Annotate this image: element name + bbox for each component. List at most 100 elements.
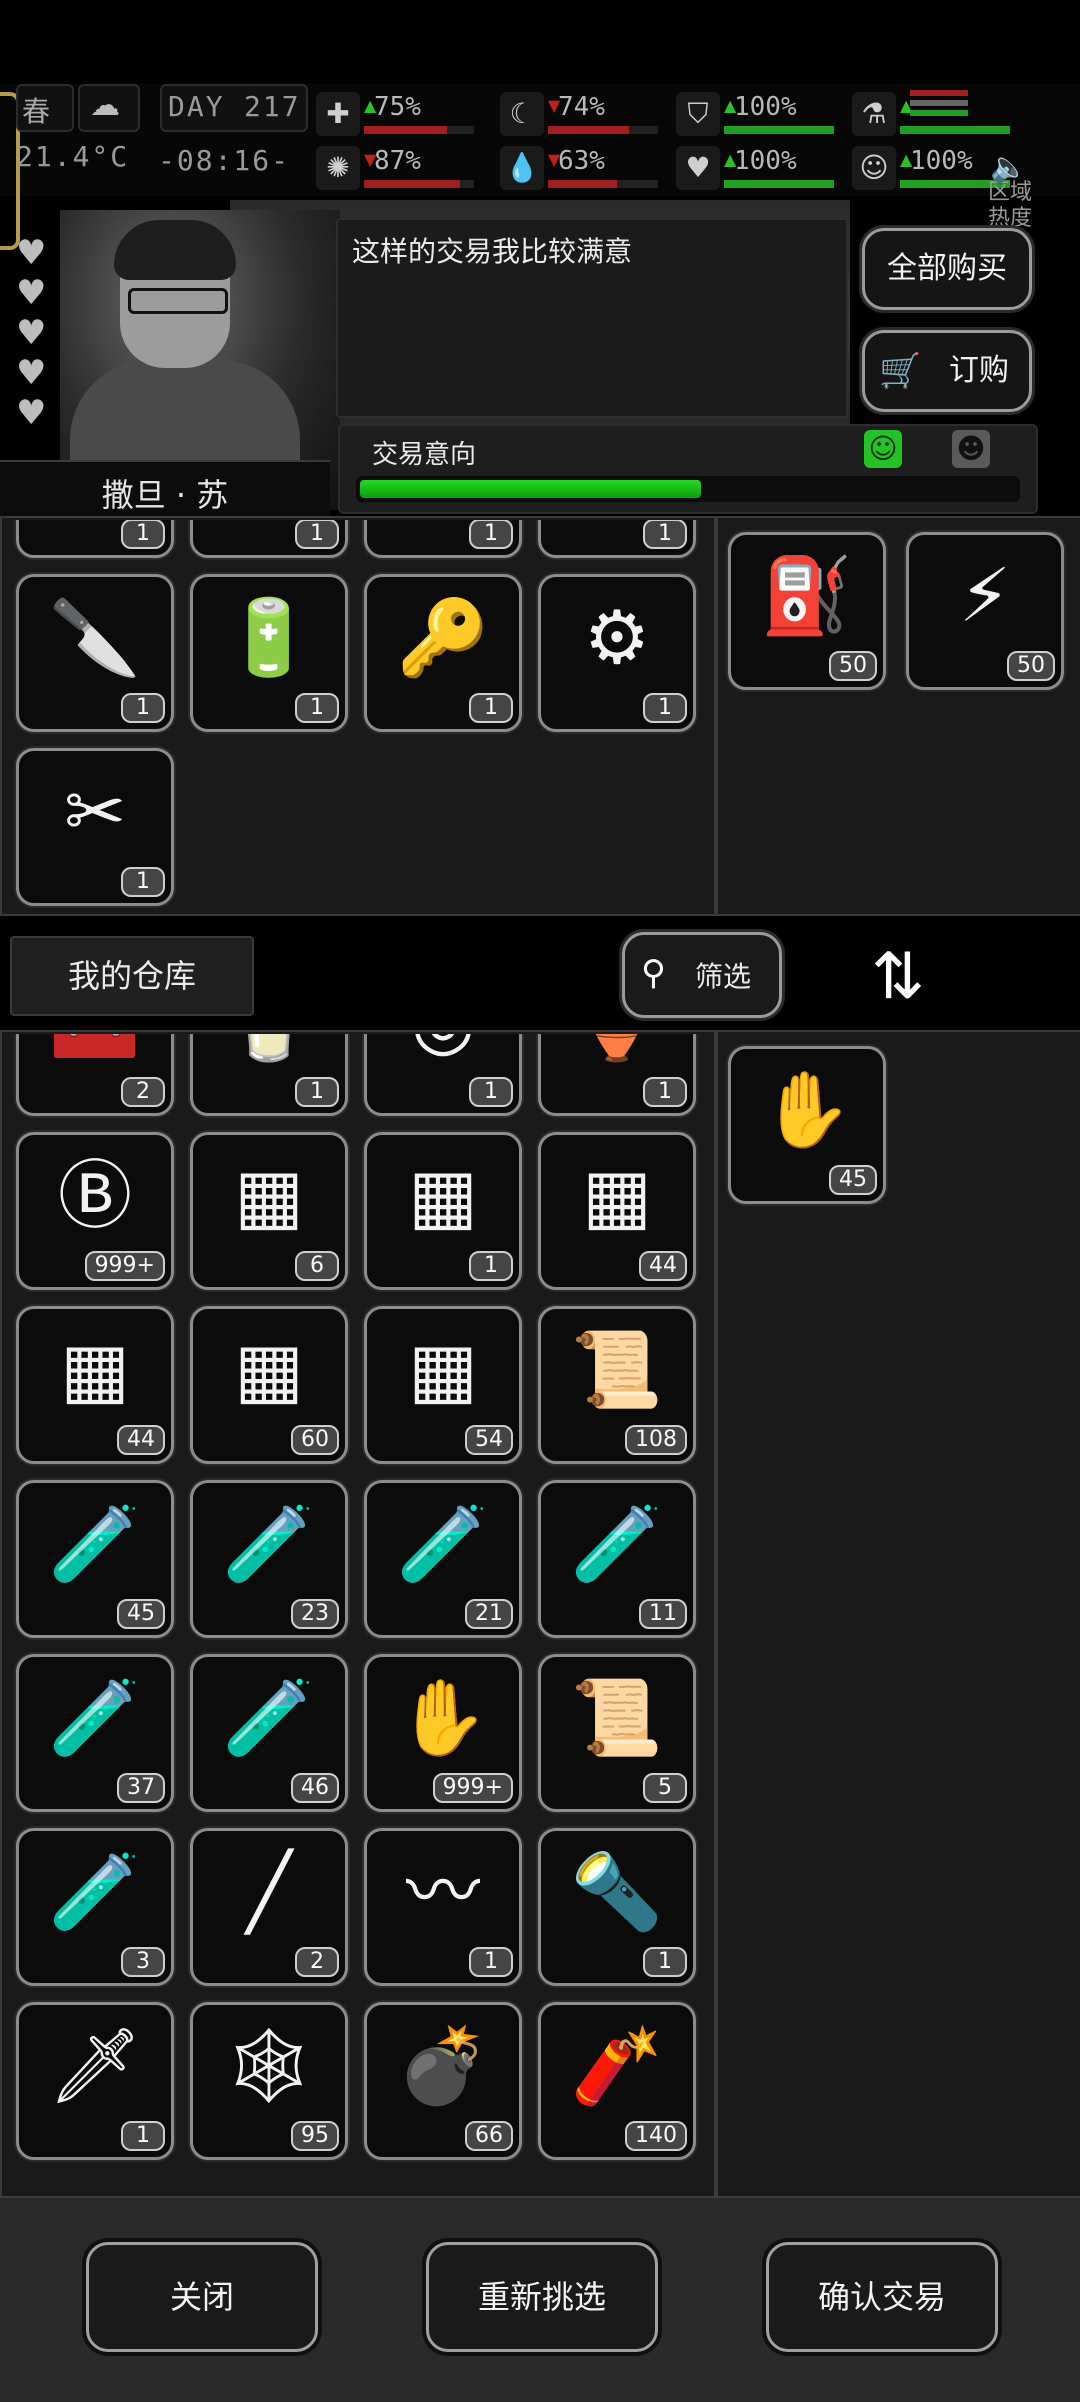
stat-bar — [724, 126, 834, 134]
day-label: DAY — [168, 90, 225, 123]
item-slot[interactable]: 🏺1 — [538, 1034, 696, 1116]
item-slot[interactable]: 🔦 1 — [538, 1828, 696, 1986]
heart-icon: ♥ — [16, 233, 47, 273]
trader-inventory-grid[interactable]: ▭1▤1▤1▤1🔪1🔋1🔑1⚙1✂1 — [4, 520, 710, 910]
supply-crate-iii-icon: ▦ — [60, 1327, 130, 1413]
cloth-roll-icon: 📜 — [570, 1327, 664, 1413]
item-slot[interactable]: Ⓑ 999+ — [16, 1132, 174, 1290]
swap-arrows-icon[interactable]: ⇅ — [858, 932, 938, 1022]
item-slot[interactable]: ▦ 44 — [538, 1132, 696, 1290]
stat-brain: ✺ ▼ 87% — [316, 146, 476, 190]
item-slot[interactable]: 🧪 45 — [16, 1480, 174, 1638]
trader-name: 撒旦 · 苏 — [101, 476, 229, 514]
item-slot[interactable]: 📜 108 — [538, 1306, 696, 1464]
item-slot[interactable]: ▦ 44 — [16, 1306, 174, 1464]
item-slot[interactable]: ▤1 — [190, 520, 348, 558]
temperature: 21.4°C — [16, 140, 130, 173]
order-button[interactable]: 🛒 订购 — [862, 330, 1032, 412]
item-slot[interactable]: ⛽ 50 — [728, 532, 886, 690]
herbal-jug-icon: 🏺 — [541, 1034, 693, 1077]
item-count: 108 — [625, 1425, 687, 1455]
confirm-trade-button[interactable]: 确认交易 — [766, 2242, 998, 2352]
stat-medkit: ✚ ▲ 75% — [316, 92, 476, 136]
item-count: 11 — [639, 1599, 687, 1629]
item-count: 46 — [291, 1773, 339, 1803]
item-slot[interactable]: ▤1 — [538, 520, 696, 558]
test-tube-ii-icon: 🧪 — [222, 1675, 316, 1761]
item-slot[interactable]: 🧪 23 — [190, 1480, 348, 1638]
fuel-can-icon: ⛽ — [760, 553, 854, 639]
item-slot[interactable]: ▦ 54 — [364, 1306, 522, 1464]
trader-affinity-hearts: ♥ ♥ ♥ ♥ ♥ — [16, 236, 60, 436]
pipe-icon: ╱ — [246, 1849, 292, 1935]
item-slot[interactable]: 🔑 1 — [364, 574, 522, 732]
item-slot[interactable]: 🧪 3 — [16, 1828, 174, 1986]
item-slot[interactable]: 🧪 37 — [16, 1654, 174, 1812]
heart-icon: ♥ — [16, 273, 47, 313]
battery-icon: ⚡ — [959, 553, 1011, 639]
buy-all-label: 全部购买 — [887, 251, 1007, 286]
item-slot[interactable]: ▦ 6 — [190, 1132, 348, 1290]
item-slot[interactable]: 🔪 1 — [16, 574, 174, 732]
trader-offer-grid[interactable]: ⛽ 50 ⚡ 50 — [720, 520, 1076, 910]
item-count: 1 — [121, 520, 165, 549]
supply-crate-v-icon: ▦ — [234, 1153, 304, 1239]
item-count: 1 — [643, 693, 687, 723]
tape-roll-icon: ◎ — [367, 1034, 519, 1077]
item-slot[interactable]: 🗡 1 — [16, 2002, 174, 2160]
item-slot[interactable]: 〰 1 — [364, 1828, 522, 1986]
stat-value: 100% — [734, 146, 797, 176]
order-label: 订购 — [949, 353, 1009, 388]
item-slot[interactable]: ▤1 — [364, 520, 522, 558]
item-slot[interactable]: ╱ 2 — [190, 1828, 348, 1986]
reselect-button[interactable]: 重新挑选 — [426, 2242, 658, 2352]
item-count: 2 — [295, 1947, 339, 1977]
stat-bar — [900, 126, 1010, 134]
item-slot[interactable]: ▦ 1 — [364, 1132, 522, 1290]
item-slot[interactable]: 🔋 1 — [190, 574, 348, 732]
trade-intent-bar — [356, 476, 1020, 502]
item-slot[interactable]: ◎1 — [364, 1034, 522, 1116]
item-count: 1 — [643, 1947, 687, 1977]
item-slot[interactable]: 📜 5 — [538, 1654, 696, 1812]
brain-icon: ✺ — [316, 146, 360, 190]
item-slot[interactable]: ✂ 1 — [16, 748, 174, 906]
item-slot[interactable]: ⚙ 1 — [538, 574, 696, 732]
stat-bar — [548, 180, 658, 188]
test-tube-iii-icon: 🧪 — [396, 1501, 490, 1587]
item-count: 1 — [121, 2121, 165, 2151]
medkit-icon: ✚ — [316, 92, 360, 136]
item-slot[interactable]: 🧪 46 — [190, 1654, 348, 1812]
item-slot[interactable]: 🥛1 — [190, 1034, 348, 1116]
item-slot[interactable]: 💣 66 — [364, 2002, 522, 2160]
item-slot[interactable]: ⚡ 50 — [906, 532, 1064, 690]
supply-crate-ii-icon: ▦ — [234, 1327, 304, 1413]
cart-icon: 🛒 — [879, 351, 922, 391]
item-count: 1 — [121, 867, 165, 897]
season-box: 春 — [16, 84, 74, 132]
season-label: 春 — [22, 95, 51, 128]
item-slot[interactable]: 🕸 95 — [190, 2002, 348, 2160]
item-slot[interactable]: 🧰2 — [16, 1034, 174, 1116]
item-slot[interactable]: 🧪 11 — [538, 1480, 696, 1638]
zombie-card-icon: ✋ — [396, 1675, 490, 1761]
sound-icon[interactable]: 🔈 — [990, 150, 1027, 185]
close-button[interactable]: 关闭 — [86, 2242, 318, 2352]
item-count: 1 — [469, 1947, 513, 1977]
filter-button[interactable]: ⚲ 筛选 — [622, 932, 782, 1018]
knife-blueprint-icon: 🔪 — [48, 595, 142, 681]
trader-dialog-box: 这样的交易我比较满意 — [336, 218, 848, 418]
search-icon: ⚲ — [641, 953, 666, 993]
item-slot[interactable]: ✋ 999+ — [364, 1654, 522, 1812]
item-slot[interactable]: ✋ 45 — [728, 1046, 886, 1204]
juice-glass-icon: 🥛 — [193, 1034, 345, 1077]
item-slot[interactable]: 🧪 21 — [364, 1480, 522, 1638]
item-slot[interactable]: ▭1 — [16, 520, 174, 558]
buy-all-button[interactable]: 全部购买 — [862, 228, 1032, 310]
item-slot[interactable]: ▦ 60 — [190, 1306, 348, 1464]
warehouse-grid[interactable]: 🧰2🥛1◎1🏺1Ⓑ999+▦6▦1▦44▦44▦60▦54📜108🧪45🧪23🧪… — [4, 1034, 710, 2192]
player-offer-grid[interactable]: ✋ 45 — [720, 1034, 1076, 2192]
tab-my-warehouse[interactable]: 我的仓库 — [10, 936, 254, 1016]
item-slot[interactable]: 🧨 140 — [538, 2002, 696, 2160]
item-count: 1 — [643, 1077, 687, 1107]
